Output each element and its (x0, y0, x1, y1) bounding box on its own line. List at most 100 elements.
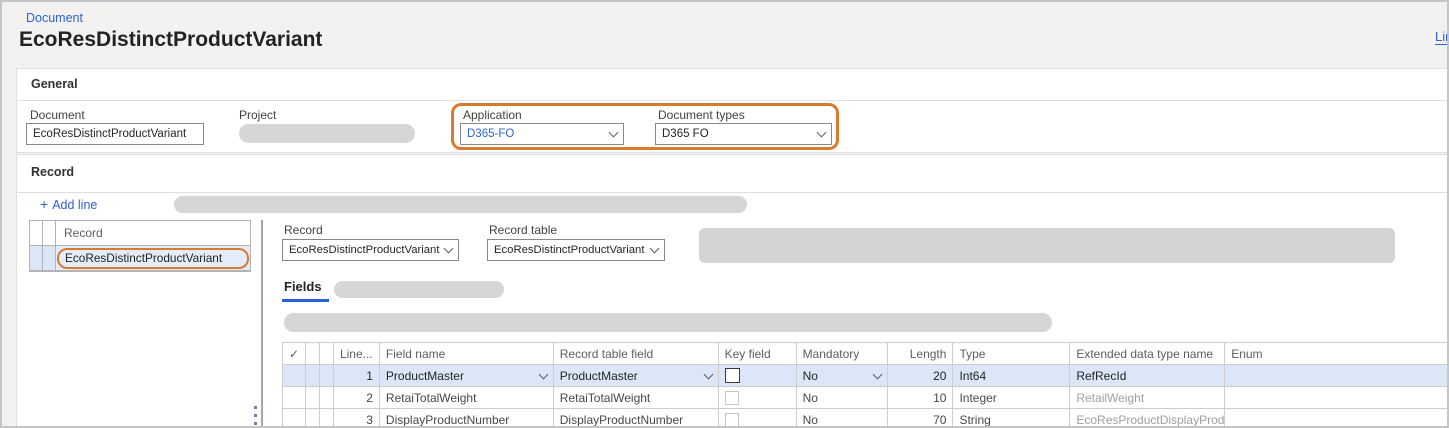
row-marker-cell (306, 365, 320, 386)
fields-table-header-row: ✓ Line... Field name Record table field … (283, 343, 1449, 365)
header-cell-record-table-field[interactable]: Record table field (554, 343, 719, 364)
row-marker-cell[interactable] (43, 246, 56, 270)
cell-enum[interactable] (1225, 365, 1449, 386)
row-marker-cell (306, 409, 320, 428)
header-cell-edt[interactable]: Extended data type name (1070, 343, 1225, 364)
record-table-dropdown[interactable]: EcoResDistinctProductVariant (487, 239, 665, 261)
cell-enum[interactable] (1225, 409, 1449, 428)
header-cell-enum[interactable]: Enum (1225, 343, 1449, 364)
record-dropdown[interactable]: EcoResDistinctProductVariant (282, 239, 459, 261)
application-dropdown-value: D365-FO (467, 128, 514, 140)
document-input[interactable]: EcoResDistinctProductVariant (26, 123, 204, 145)
cell-type[interactable]: String (953, 409, 1070, 428)
grid-toolbar-redacted (284, 313, 1052, 332)
cell-mandatory[interactable]: No (797, 409, 889, 428)
chevron-down-icon (538, 369, 548, 379)
row-select-cell[interactable] (283, 387, 306, 408)
cell-type[interactable]: Integer (953, 387, 1070, 408)
cell-edt[interactable]: EcoResProductDisplayProduct... (1070, 409, 1225, 428)
cell-mandatory-dropdown[interactable]: No (797, 365, 889, 386)
project-field-label: Project (239, 108, 276, 122)
application-dropdown[interactable]: D365-FO (460, 123, 624, 145)
header-cell-empty (306, 343, 320, 364)
key-field-checkbox[interactable] (725, 368, 740, 383)
cell-length[interactable]: 10 (888, 387, 953, 408)
splitter-grip-icon[interactable] (254, 414, 257, 417)
general-section-title[interactable]: General (31, 77, 78, 91)
header-cell-key-field[interactable]: Key field (719, 343, 797, 364)
cell-line: 3 (334, 409, 380, 428)
chevron-down-icon (873, 369, 883, 379)
record-detail-label: Record (284, 223, 323, 237)
table-row[interactable]: 2 RetaiTotalWeight RetaiTotalWeight No 1… (283, 387, 1449, 409)
row-marker-cell (306, 387, 320, 408)
cell-key-field (719, 409, 797, 428)
record-grid-header-record[interactable]: Record (56, 221, 250, 245)
header-cell-length[interactable]: Length (888, 343, 953, 364)
cell-record-table-field[interactable]: RetaiTotalWeight (554, 387, 719, 408)
toolbar-redacted (174, 196, 747, 213)
cell-field-name-dropdown[interactable]: ProductMaster (380, 365, 554, 386)
record-grid-header-cell (30, 221, 43, 245)
row-marker-cell (320, 365, 334, 386)
chevron-down-icon (650, 244, 660, 254)
divider (17, 100, 1449, 101)
page-title: EcoResDistinctProductVariant (19, 28, 322, 52)
header-cell-line[interactable]: Line... (334, 343, 380, 364)
row-select-cell[interactable] (283, 365, 306, 386)
cell-enum[interactable] (1225, 387, 1449, 408)
cell-field-name[interactable]: RetaiTotalWeight (380, 387, 554, 408)
tab-fields[interactable]: Fields (284, 279, 322, 294)
record-table-detail-label: Record table (489, 223, 557, 237)
add-line-button[interactable]: + Add line (40, 196, 97, 212)
splitter-grip-icon[interactable] (254, 422, 257, 425)
table-row[interactable]: 3 DisplayProductNumber DisplayProductNum… (283, 409, 1449, 428)
cell-record-table-field-dropdown[interactable]: ProductMaster (554, 365, 719, 386)
cell-line: 1 (334, 365, 380, 386)
header-cell-mandatory[interactable]: Mandatory (797, 343, 889, 364)
checkmark-icon: ✓ (289, 347, 299, 361)
cell-length[interactable]: 20 (888, 365, 953, 386)
key-field-checkbox[interactable] (725, 391, 739, 405)
record-section-title[interactable]: Record (31, 165, 74, 179)
record-grid-value-highlighted[interactable]: EcoResDistinctProductVariant (57, 248, 249, 269)
document-field-label: Document (30, 108, 85, 122)
cell-line: 2 (334, 387, 380, 408)
cell-edt[interactable]: RetailWeight (1070, 387, 1225, 408)
plus-icon: + (40, 196, 48, 212)
select-all-header-cell[interactable]: ✓ (283, 343, 306, 364)
header-cell-type[interactable]: Type (953, 343, 1070, 364)
cell-key-field (719, 387, 797, 408)
record-grid-row[interactable]: EcoResDistinctProductVariant (30, 246, 250, 271)
breadcrumb[interactable]: Document (26, 11, 83, 25)
lines-link[interactable]: Lin (1435, 29, 1449, 44)
row-selector-cell[interactable] (30, 246, 43, 270)
divider (17, 192, 1449, 193)
app-window: Document EcoResDistinctProductVariant Li… (0, 0, 1449, 428)
key-field-checkbox[interactable] (725, 413, 739, 427)
cell-type[interactable]: Int64 (953, 365, 1070, 386)
chevron-down-icon (703, 369, 713, 379)
table-row[interactable]: 1 ProductMaster ProductMaster No 20 Int6… (283, 365, 1449, 387)
record-dropdown-value: EcoResDistinctProductVariant (289, 244, 439, 256)
record-grid-header-row: Record (30, 221, 250, 246)
splitter-grip-icon[interactable] (254, 406, 257, 409)
document-types-field-label: Document types (658, 108, 745, 122)
project-redacted-value[interactable] (239, 124, 415, 143)
cell-length[interactable]: 70 (888, 409, 953, 428)
document-types-dropdown[interactable]: D365 FO (655, 123, 832, 145)
row-marker-cell (320, 387, 334, 408)
cell-edt[interactable]: RefRecId (1070, 365, 1225, 386)
cell-field-name[interactable]: DisplayProductNumber (380, 409, 554, 428)
record-grid: Record EcoResDistinctProductVariant (29, 220, 251, 272)
document-types-dropdown-value: D365 FO (662, 128, 709, 140)
cell-mandatory[interactable]: No (797, 387, 889, 408)
add-line-label: Add line (52, 198, 97, 212)
record-grid-value-cell[interactable]: EcoResDistinctProductVariant (56, 246, 250, 270)
detail-redacted-block (699, 228, 1395, 263)
header-cell-field-name[interactable]: Field name (380, 343, 554, 364)
row-select-cell[interactable] (283, 409, 306, 428)
application-field-label: Application (463, 108, 522, 122)
cell-record-table-field[interactable]: DisplayProductNumber (554, 409, 719, 428)
pane-splitter[interactable] (261, 220, 263, 428)
